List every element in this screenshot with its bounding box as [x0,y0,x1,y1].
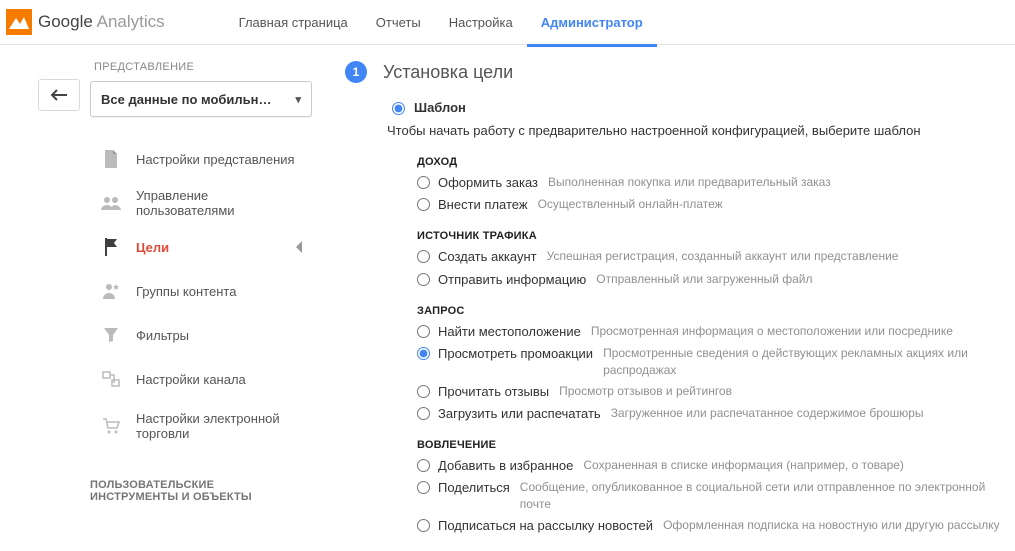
nav-home[interactable]: Главная страница [225,0,362,47]
section-label: ПРЕДСТАВЛЕНИЕ [94,61,305,73]
view-select[interactable]: Все данные по мобильн… ▾ [90,81,312,117]
top-nav: Главная страница Отчеты Настройка Админи… [225,0,657,44]
group-title: ВОВЛЕЧЕНИЕ [417,439,1015,451]
goal-radio[interactable] [417,198,430,211]
goal-name: Поделиться [438,479,510,497]
goal-name: Добавить в избранное [438,457,573,475]
goal-option[interactable]: Создать аккаунт Успешная регистрация, соз… [417,248,1015,266]
group-title: ИСТОЧНИК ТРАФИКА [417,230,1015,242]
goal-hint: Просмотренная информация о местоположени… [591,323,953,340]
goal-group: ДОХОД Оформить заказ Выполненная покупка и… [417,156,1015,214]
goal-option[interactable]: Отправить информацию Отправленный или заг… [417,271,1015,289]
goal-radio[interactable] [417,250,430,263]
goal-group: ВОВЛЕЧЕНИЕ Добавить в избранное Сохраненна… [417,439,1015,535]
funnel-icon [100,324,122,346]
goal-name: Просмотреть промоакции [438,345,593,363]
goal-hint: Осуществленный онлайн-платеж [538,196,723,213]
goal-radio[interactable] [417,481,430,494]
sidebar-item-content-groups[interactable]: Группы контента [90,269,300,313]
goal-radio[interactable] [417,459,430,472]
sidebar-footer-label: ПОЛЬЗОВАТЕЛЬСКИЕ ИНСТРУМЕНТЫ И ОБЪЕКТЫ [90,479,290,503]
step-badge: 1 [345,61,367,83]
flag-icon [100,236,122,258]
users-icon [100,192,122,214]
goal-name: Отправить информацию [438,271,586,289]
nav-config[interactable]: Настройка [435,0,527,47]
template-radio[interactable] [392,102,405,115]
logo-icon [6,9,32,35]
goal-hint: Сообщение, опубликованное в социальной с… [520,479,1015,513]
template-label: Шаблон [414,100,466,115]
goal-hint: Просмотренные сведения о действующих рек… [603,345,1015,379]
sidebar: ПРЕДСТАВЛЕНИЕ Все данные по мобильн… ▾ Н… [0,45,305,551]
channel-icon [100,368,122,390]
sidebar-item-channel[interactable]: Настройки канала [90,357,300,401]
template-desc: Чтобы начать работу с предварительно нас… [387,123,1015,138]
goal-name: Прочитать отзывы [438,383,549,401]
goal-name: Подписаться на рассылку новостей [438,517,653,535]
view-value: Все данные по мобильн… [101,92,272,107]
goal-radio[interactable] [417,325,430,338]
goal-hint: Отправленный или загруженный файл [596,271,812,288]
goal-hint: Оформленная подписка на новостную или др… [663,517,1000,534]
goal-option[interactable]: Поделиться Сообщение, опубликованное в со… [417,479,1015,513]
logo-text: Google Analytics [38,12,165,32]
sidebar-item-user-mgmt[interactable]: Управление пользователями [90,181,300,225]
goal-radio[interactable] [417,385,430,398]
goal-group: ИСТОЧНИК ТРАФИКА Создать аккаунт Успешная … [417,230,1015,288]
main-content: 1 Установка цели Шаблон Чтобы начать раб… [305,45,1015,551]
page-icon [100,148,122,170]
goal-radio[interactable] [417,176,430,189]
goal-hint: Просмотр отзывов и рейтингов [559,383,732,400]
goal-option[interactable]: Найти местоположение Просмотренная информ… [417,323,1015,341]
sidebar-item-view-settings[interactable]: Настройки представления [90,137,300,181]
goal-option[interactable]: Загрузить или распечатать Загруженное или… [417,405,1015,423]
goal-option[interactable]: Добавить в избранное Сохраненная в списке… [417,457,1015,475]
goal-name: Оформить заказ [438,174,538,192]
goal-group: ЗАПРОС Найти местоположение Просмотренная … [417,305,1015,423]
side-nav: Настройки представления Управление польз… [90,137,300,451]
cart-icon [100,415,122,437]
goal-name: Загрузить или распечатать [438,405,601,423]
goal-option[interactable]: Внести платеж Осуществленный онлайн-плате… [417,196,1015,214]
goal-option[interactable]: Просмотреть промоакции Просмотренные свед… [417,345,1015,379]
nav-admin[interactable]: Администратор [527,0,657,47]
goal-hint: Сохраненная в списке информация (наприме… [583,457,904,474]
goal-radio[interactable] [417,273,430,286]
goal-hint: Выполненная покупка или предварительный … [548,174,831,191]
sidebar-item-filters[interactable]: Фильтры [90,313,300,357]
step-title: Установка цели [383,62,513,83]
nav-reports[interactable]: Отчеты [362,0,435,47]
goal-option[interactable]: Подписаться на рассылку новостей Оформлен… [417,517,1015,535]
goal-option[interactable]: Оформить заказ Выполненная покупка или пр… [417,174,1015,192]
goal-hint: Успешная регистрация, созданный аккаунт … [547,248,899,265]
goal-radio[interactable] [417,519,430,532]
group-title: ДОХОД [417,156,1015,168]
app-header: Google Analytics Главная страница Отчеты… [0,0,1015,45]
person-star-icon [100,280,122,302]
chevron-down-icon: ▾ [295,93,301,106]
goal-name: Найти местоположение [438,323,581,341]
sidebar-item-ecommerce[interactable]: Настройки электронной торговли [90,401,300,451]
group-title: ЗАПРОС [417,305,1015,317]
goal-radio[interactable] [417,347,430,360]
goal-radio[interactable] [417,407,430,420]
goal-hint: Загруженное или распечатанное содержимое… [611,405,924,422]
back-button[interactable] [38,79,80,111]
goal-name: Внести платеж [438,196,528,214]
goal-option[interactable]: Прочитать отзывы Просмотр отзывов и рейти… [417,383,1015,401]
sidebar-item-goals[interactable]: Цели [90,225,300,269]
goal-name: Создать аккаунт [438,248,537,266]
